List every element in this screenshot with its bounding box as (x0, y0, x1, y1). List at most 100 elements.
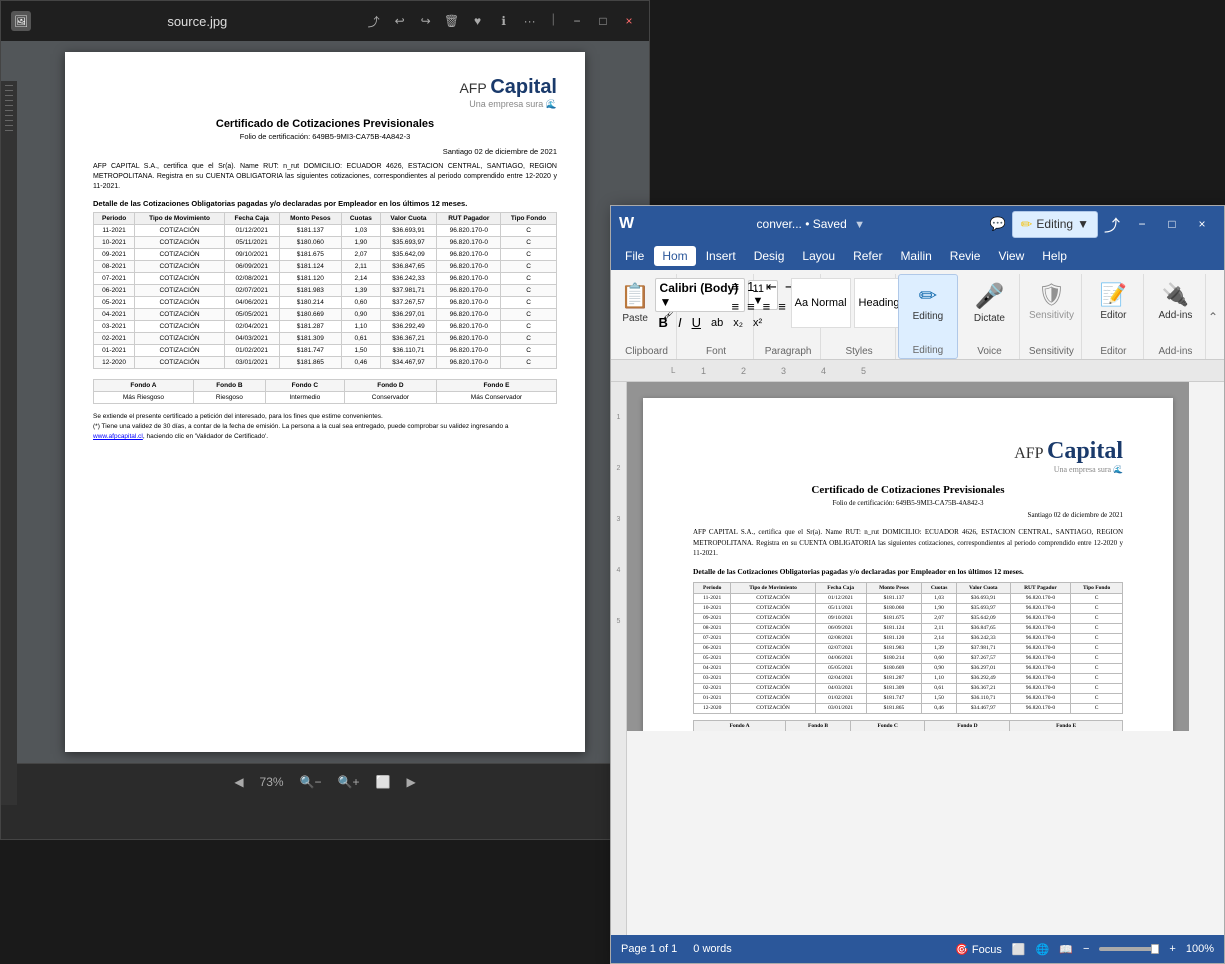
word-minimize-btn[interactable]: − (1128, 210, 1156, 238)
table-cell: 03-2021 (694, 673, 731, 683)
table-cell: 04-2021 (94, 309, 135, 321)
fondos-header-cell: Fondo D (925, 720, 1010, 731)
align-center-btn[interactable]: ≡ (744, 298, 758, 316)
table-cell: COTIZACIÓN (135, 345, 225, 357)
menu-help[interactable]: Help (1034, 246, 1075, 266)
table-cell: C (501, 285, 557, 297)
editing-mode-btn[interactable]: ✏ Editing ▼ (1012, 211, 1098, 238)
doc-body-text: AFP CAPITAL S.A., certifica que el Sr(a)… (93, 162, 557, 191)
sensitivity-btn[interactable]: 🛡 Sensitivity (1023, 278, 1080, 325)
table-cell: C (1071, 653, 1123, 663)
indent-decrease-btn[interactable]: ⇤ (763, 278, 780, 296)
table-cell: 0,61 (342, 333, 380, 345)
word-maximize-btn[interactable]: □ (1158, 210, 1186, 238)
sura-text: Una empresa sura 🌊 (459, 99, 557, 110)
menu-design[interactable]: Desig (746, 246, 793, 266)
viewer-info-btn[interactable]: ℹ (494, 11, 514, 31)
word-close-btn[interactable]: × (1188, 210, 1216, 238)
word-share-icon[interactable]: ⤴ (1104, 212, 1120, 236)
table-cell: C (1071, 593, 1123, 603)
table-cell: $181.124 (279, 261, 342, 273)
editor-btn[interactable]: 📝 Editor (1093, 278, 1133, 325)
menu-references[interactable]: Refer (845, 246, 890, 266)
menu-file[interactable]: File (617, 246, 652, 266)
word-doc-area[interactable]: AFP Capital Una empresa sura 🌊 Certifica… (627, 382, 1189, 731)
styles-gallery[interactable]: Aa Normal (791, 278, 851, 328)
layout-view-btn[interactable]: ⬜ (1012, 943, 1026, 956)
viewer-rotate2-btn[interactable]: ↪ (416, 11, 436, 31)
viewer-zoom-in-btn[interactable]: 🔍+ (338, 775, 360, 789)
bullets-btn[interactable]: ≡ (728, 278, 742, 296)
table-row: 02-2021COTIZACIÓN04/03/2021$181.3090,61$… (94, 333, 557, 345)
menu-view[interactable]: View (990, 246, 1032, 266)
viewer-next-btn[interactable]: ▶ (406, 775, 415, 789)
table-cell: $181.309 (866, 683, 922, 693)
viewer-minimize-btn[interactable]: − (567, 11, 587, 31)
strikethrough-btn[interactable]: ab (707, 316, 727, 330)
clipboard-label: Clipboard (623, 346, 670, 359)
table-cell: C (501, 225, 557, 237)
table-row: 02-2021COTIZACIÓN04/03/2021$181.3090,61$… (694, 683, 1123, 693)
ribbon-paste-btn[interactable]: 📋 Paste (614, 278, 656, 328)
align-right-btn[interactable]: ≡ (760, 298, 774, 316)
table-cell: 02-2021 (94, 333, 135, 345)
table-cell: $181.137 (279, 225, 342, 237)
table-cell: COTIZACIÓN (731, 693, 815, 703)
viewer-fit-btn[interactable]: ⬜ (375, 775, 390, 789)
addins-btn[interactable]: 🔌 Add-ins (1152, 278, 1198, 325)
table-row: 07-2021COTIZACIÓN02/08/2021$181.1202,14$… (694, 633, 1123, 643)
table-cell: $36.367,21 (956, 683, 1010, 693)
table-cell: $36.847,65 (956, 623, 1010, 633)
viewer-favorite-btn[interactable]: ♥ (468, 11, 488, 31)
ribbon-group-addins: 🔌 Add-ins Add-ins (1146, 274, 1206, 359)
web-view-btn[interactable]: 🌐 (1036, 943, 1050, 956)
bold-btn[interactable]: B (655, 314, 672, 331)
word-collab-icon[interactable]: 💬 (989, 216, 1005, 232)
table-cell: 10-2021 (94, 237, 135, 249)
menu-review[interactable]: Revie (942, 246, 989, 266)
table-cell: 1,03 (342, 225, 380, 237)
table-cell: 04/03/2021 (224, 333, 279, 345)
viewer-close-btn[interactable]: × (619, 11, 639, 31)
viewer-zoom-out-btn[interactable]: 🔍− (300, 775, 322, 789)
table-cell: $180.214 (866, 653, 922, 663)
focus-btn[interactable]: 🎯 Focus (955, 943, 1002, 956)
viewer-prev-btn[interactable]: ◀ (234, 775, 243, 789)
afp-capital: Capital (490, 76, 557, 98)
zoom-out-btn[interactable]: − (1083, 943, 1089, 955)
table-cell: 02/08/2021 (224, 273, 279, 285)
viewer-maximize-btn[interactable]: □ (593, 11, 613, 31)
table-cell: 06-2021 (94, 285, 135, 297)
table-cell: 96.820.170-0 (437, 357, 501, 369)
zoom-in-btn[interactable]: + (1169, 943, 1175, 955)
justify-btn[interactable]: ≡ (775, 298, 789, 316)
table-cell: 96.820.170-0 (437, 285, 501, 297)
read-mode-btn[interactable]: 📖 (1059, 943, 1073, 956)
table-cell: $36.110,71 (956, 693, 1010, 703)
viewer-rotate-btn[interactable]: ↩ (390, 11, 410, 31)
table-cell: COTIZACIÓN (135, 273, 225, 285)
menu-mailings[interactable]: Mailin (892, 246, 939, 266)
viewer-share-btn[interactable]: ⤴ (364, 11, 384, 31)
underline-btn[interactable]: U (688, 314, 705, 331)
align-left-btn[interactable]: ≡ (728, 298, 742, 316)
menu-insert[interactable]: Insert (698, 246, 744, 266)
italic-btn[interactable]: I (674, 314, 686, 331)
ribbon-expand-btn[interactable]: ⌃ (1208, 310, 1218, 324)
viewer-more-btn[interactable]: ··· (520, 11, 540, 31)
viewer-delete-btn[interactable]: 🗑 (442, 11, 462, 31)
table-cell: $36.242,33 (956, 633, 1010, 643)
word-fondos-table: Fondo AFondo BFondo CFondo DFondo E Más … (693, 720, 1123, 732)
menu-home[interactable]: Hom (654, 246, 695, 266)
table-cell: COTIZACIÓN (731, 603, 815, 613)
fondos-value-cell: Conservador (344, 392, 436, 404)
editing-ribbon-btn[interactable]: ✏ Editing (907, 279, 950, 326)
dictate-btn[interactable]: 🎤 Dictate (968, 278, 1011, 328)
numbering-btn[interactable]: 1. (744, 278, 761, 296)
word-layout: 1 2 3 4 5 AFP Capital Una empresa sura 🌊… (611, 382, 1224, 935)
table-cell: C (501, 297, 557, 309)
sensitivity-label2: Sensitivity (1028, 346, 1075, 359)
viewer-window: 🖼 source.jpg ⤴ ↩ ↪ 🗑 ♥ ℹ ··· | − □ × (0, 0, 650, 840)
menu-layout[interactable]: Layou (794, 246, 843, 266)
footer-link[interactable]: www.afpcapital.cl (93, 433, 143, 440)
